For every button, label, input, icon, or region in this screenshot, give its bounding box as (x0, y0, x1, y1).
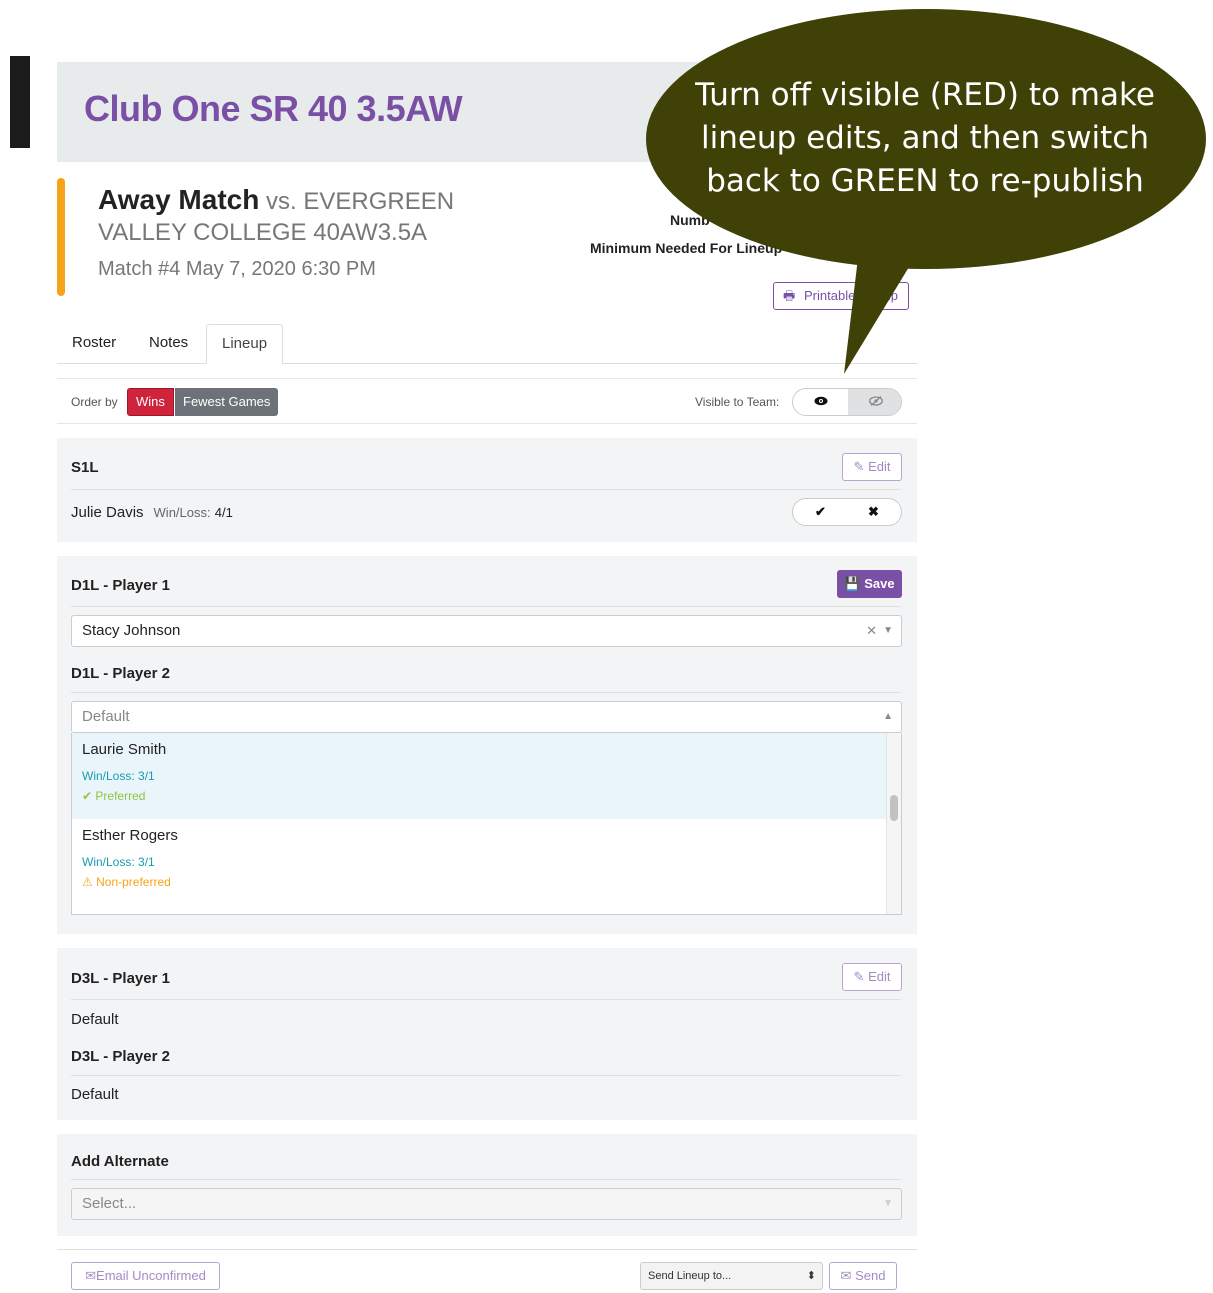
footer-divider (57, 1249, 917, 1250)
printable-lineup-button[interactable]: 🖶 Printable Lineup (773, 282, 909, 310)
dropdown-scrollbar[interactable] (886, 733, 901, 914)
add-alternate-card: Add Alternate Select... ▼ (57, 1134, 917, 1236)
envelope-icon: ✉ (840, 1268, 852, 1283)
edit-label: Edit (868, 459, 891, 474)
caret-up-icon[interactable]: ▲ (883, 702, 893, 732)
save-label: Save (864, 576, 895, 591)
tab-notes[interactable]: Notes (134, 324, 203, 364)
d1l-save-button[interactable]: 💾 Save (837, 570, 902, 598)
d1l-player2-dropdown: Laurie Smith Win/Loss: 3/1 ✔ Preferred E… (71, 733, 902, 915)
s1l-card: S1L ✎ Edit Julie Davis Win/Loss: 4/1 ✔ ✖ (57, 438, 917, 542)
eye-icon[interactable] (793, 389, 848, 415)
option-name: Esther Rogers (82, 827, 178, 844)
match-info: Match #4 May 7, 2020 6:30 PM (98, 258, 376, 280)
order-wins-button[interactable]: Wins (127, 388, 174, 416)
option-status-label: Non-preferred (96, 875, 171, 889)
left-edge-bar (10, 56, 30, 148)
d1l-player1-value: Stacy Johnson (82, 622, 181, 639)
add-alternate-placeholder: Select... (82, 1195, 137, 1212)
send-lineup-to-label: Send Lineup to... (648, 1270, 732, 1282)
option-win-loss: Win/Loss: 3/1 (82, 769, 155, 783)
divider (71, 692, 901, 693)
callout-text: Turn off visible (RED) to make lineup ed… (695, 77, 1155, 199)
caret-down-icon[interactable]: ▼ (883, 1189, 893, 1219)
d3l-player2-title: D3L - Player 2 (71, 1048, 170, 1065)
club-title: Club One SR 40 3.5AW (84, 88, 463, 129)
divider (71, 489, 901, 490)
d3l-player2-value: Default (71, 1086, 119, 1103)
divider (71, 1075, 901, 1076)
eye-slash-icon[interactable] (848, 389, 901, 415)
order-fewest-games-button[interactable]: Fewest Games (175, 388, 279, 416)
s1l-title: S1L (71, 459, 99, 476)
s1l-confirm-toggle[interactable]: ✔ ✖ (792, 498, 902, 526)
s1l-player-name: Julie Davis (71, 504, 144, 521)
send-label: Send (855, 1268, 886, 1283)
s1l-edit-button[interactable]: ✎ Edit (842, 453, 902, 481)
option-win-loss: Win/Loss: 3/1 (82, 855, 155, 869)
divider (71, 606, 901, 607)
d3l-edit-button[interactable]: ✎ Edit (842, 963, 902, 991)
visible-to-team-toggle[interactable] (792, 388, 902, 416)
option-status: ✔ Preferred (82, 789, 876, 803)
add-alternate-select[interactable]: Select... ▼ (71, 1188, 902, 1220)
pencil-icon: ✎ (853, 969, 865, 984)
match-type: Away Match (98, 184, 260, 215)
clear-icon[interactable]: ✕ (866, 616, 877, 646)
edit-label: Edit (868, 969, 891, 984)
d3l-player1-title: D3L - Player 1 (71, 970, 170, 987)
option-status: ⚠ Non-preferred (82, 875, 876, 889)
option-status-label: Preferred (95, 789, 146, 803)
order-by-label: Order by (71, 395, 118, 409)
order-bar: Order by Wins Fewest Games Visible to Te… (57, 378, 917, 424)
sort-arrows-icon: ⬍ (806, 1270, 816, 1282)
win-loss-label: Win/Loss: (153, 505, 211, 520)
email-unconfirmed-button[interactable]: ✉Email Unconfirmed (71, 1262, 220, 1290)
check-icon[interactable]: ✔ (793, 499, 848, 525)
caret-down-icon[interactable]: ▼ (883, 616, 893, 646)
send-lineup-to-select[interactable]: Send Lineup to... ⬍ (640, 1262, 823, 1290)
match-title: Away Match vs. EVERGREEN VALLEY COLLEGE … (98, 184, 518, 248)
number-label: Numb (670, 212, 710, 228)
email-unconfirmed-label: Email Unconfirmed (96, 1268, 206, 1283)
visible-to-team-label: Visible to Team: (695, 395, 780, 409)
divider (71, 1179, 901, 1180)
option-name: Laurie Smith (82, 741, 167, 758)
win-loss-value: 4/1 (214, 505, 233, 520)
envelope-icon: ✉ (85, 1268, 97, 1283)
minimum-needed-label: Minimum Needed For Lineup (590, 240, 783, 256)
tab-bar: Roster Notes Lineup (57, 324, 917, 364)
warning-icon: ⚠ (82, 875, 93, 889)
divider (71, 999, 901, 1000)
scrollbar-thumb[interactable] (890, 795, 898, 821)
floppy-disk-icon: 💾 (844, 576, 861, 591)
dropdown-option[interactable]: Laurie Smith Win/Loss: 3/1 ✔ Preferred (72, 733, 886, 819)
check-icon: ✔ (82, 789, 93, 803)
d1l-player2-title: D1L - Player 2 (71, 665, 170, 682)
add-alternate-title: Add Alternate (71, 1153, 169, 1170)
printer-icon: 🖶 (783, 288, 796, 303)
match-accent-bar (57, 178, 65, 296)
d3l-card: D3L - Player 1 ✎ Edit Default D3L - Play… (57, 948, 917, 1120)
s1l-player-row: Julie Davis Win/Loss: 4/1 (71, 504, 233, 521)
d1l-player2-placeholder: Default (82, 708, 130, 725)
d1l-player1-title: D1L - Player 1 (71, 577, 170, 594)
x-icon[interactable]: ✖ (846, 499, 901, 525)
send-button[interactable]: ✉ Send (829, 1262, 897, 1290)
d1l-player1-select[interactable]: Stacy Johnson ✕ ▼ (71, 615, 902, 647)
printable-lineup-label: Printable Lineup (804, 288, 898, 303)
tab-roster[interactable]: Roster (57, 324, 131, 364)
pencil-icon: ✎ (853, 459, 865, 474)
d3l-player1-value: Default (71, 1011, 119, 1028)
d1l-player2-select[interactable]: Default ▲ (71, 701, 902, 733)
tab-lineup[interactable]: Lineup (206, 324, 284, 364)
dropdown-option[interactable]: Esther Rogers Win/Loss: 3/1 ⚠ Non-prefer… (72, 819, 886, 905)
